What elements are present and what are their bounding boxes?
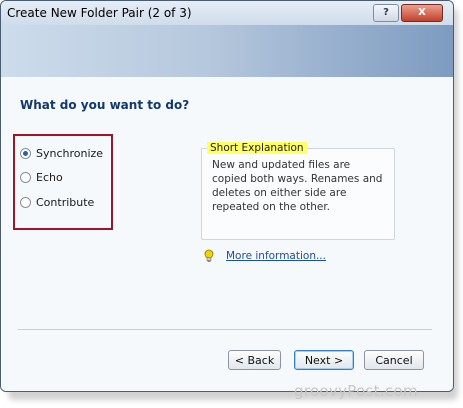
more-information-link[interactable]: More information... bbox=[226, 250, 326, 262]
radio-contribute[interactable] bbox=[20, 197, 31, 208]
divider bbox=[18, 329, 432, 330]
radio-synchronize[interactable] bbox=[20, 148, 31, 159]
page-heading: What do you want to do? bbox=[20, 98, 190, 112]
option-contribute[interactable]: Contribute bbox=[20, 196, 94, 209]
option-synchronize[interactable]: Synchronize bbox=[20, 147, 103, 160]
next-button[interactable]: Next > bbox=[294, 350, 354, 370]
back-button[interactable]: < Back bbox=[228, 350, 281, 370]
cancel-button[interactable]: Cancel bbox=[364, 350, 424, 370]
option-label: Echo bbox=[36, 171, 63, 184]
explanation-text: New and updated files are copied both wa… bbox=[212, 159, 383, 213]
explanation-title: Short Explanation bbox=[207, 142, 307, 154]
title-bar: Create New Folder Pair (2 of 3) ? X bbox=[1, 1, 453, 26]
radio-echo[interactable] bbox=[20, 172, 31, 183]
help-button[interactable]: ? bbox=[373, 4, 399, 22]
option-label: Contribute bbox=[36, 196, 95, 209]
option-echo[interactable]: Echo bbox=[20, 171, 63, 184]
close-button[interactable]: X bbox=[401, 4, 443, 22]
watermark: groovyPost.com bbox=[294, 382, 418, 400]
header-banner bbox=[1, 25, 453, 77]
lightbulb-icon bbox=[204, 249, 214, 262]
option-label: Synchronize bbox=[36, 147, 104, 160]
window-title: Create New Folder Pair (2 of 3) bbox=[7, 6, 192, 20]
